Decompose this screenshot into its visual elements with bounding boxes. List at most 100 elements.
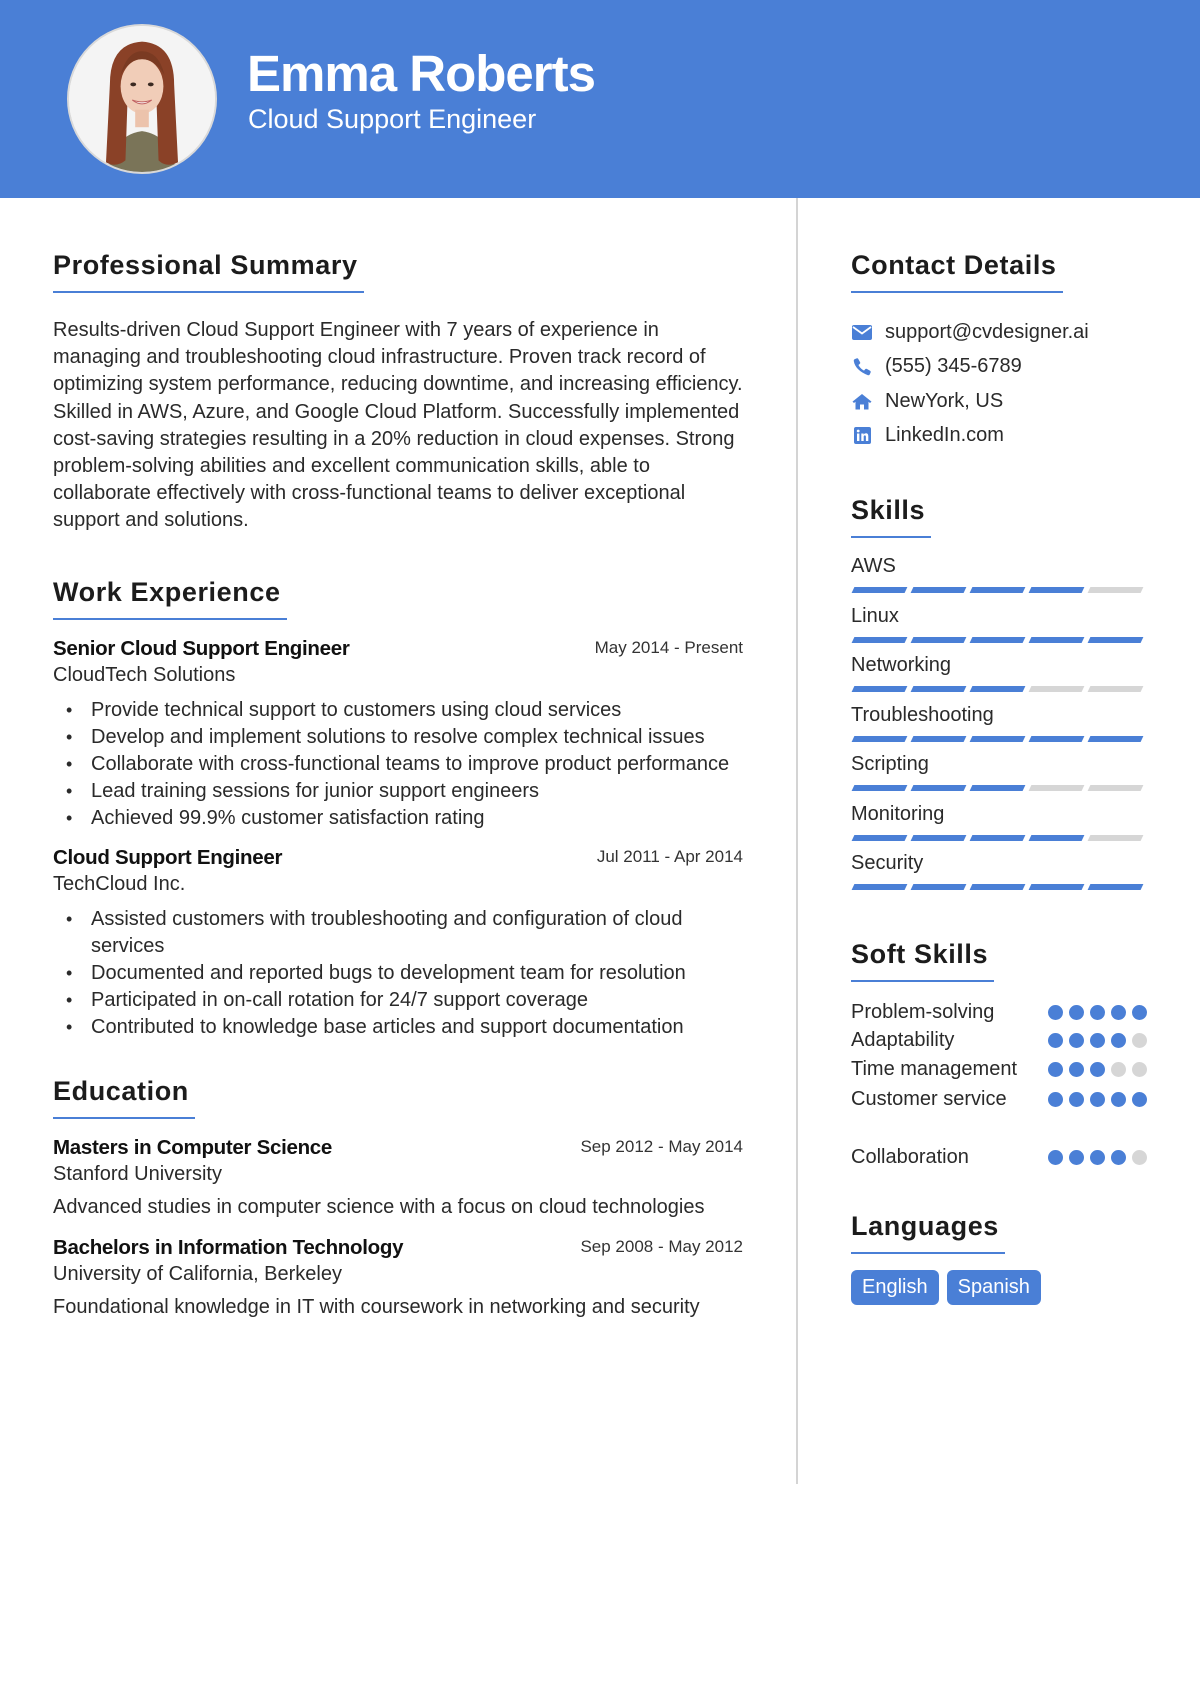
skill-level-bar: [851, 636, 1147, 643]
education-entry: Masters in Computer Science Sep 2012 - Ma…: [53, 1135, 743, 1221]
rating-dot-filled: [1090, 1033, 1105, 1048]
skill-segment-empty: [1087, 587, 1144, 593]
soft-skill-rating: [1048, 1033, 1147, 1048]
contact-text[interactable]: LinkedIn.com: [885, 424, 1004, 447]
skill-segment-filled: [1028, 884, 1085, 890]
job-bullet: Lead training sessions for junior suppor…: [53, 778, 743, 805]
job-bullet: Assisted customers with troubleshooting …: [53, 906, 743, 960]
skill-level-bar: [851, 834, 1147, 841]
candidate-name: Emma Roberts: [247, 45, 596, 102]
language-chip: English: [851, 1270, 939, 1305]
soft-skill-item: Adaptability: [851, 1026, 1147, 1055]
profile-photo: [67, 24, 217, 174]
rating-dot-filled: [1132, 1092, 1147, 1107]
skill-segment-filled: [969, 834, 1026, 841]
skill-segment-filled: [1028, 587, 1085, 593]
rating-dot-empty: [1132, 1033, 1147, 1048]
rating-dot-empty: [1132, 1149, 1147, 1165]
degree-title: Masters in Computer Science: [53, 1135, 332, 1159]
skill-segment-filled: [969, 735, 1026, 742]
contact-text[interactable]: support@cvdesigner.ai: [885, 321, 1089, 344]
skill-segment-filled: [910, 735, 967, 742]
skills-section: Skills AWS Linux Networking Troubleshooting…: [851, 491, 1147, 899]
contact-text[interactable]: (555) 345-6789: [885, 355, 1022, 378]
skill-segment-filled: [969, 636, 1026, 643]
home-icon: [851, 390, 873, 412]
skill-segment-filled: [851, 884, 908, 890]
soft-skill-item: Time management: [851, 1055, 1147, 1084]
soft-skill-name: Adaptability: [851, 1029, 955, 1051]
skill-item: AWS: [851, 552, 1147, 602]
skill-name: AWS: [851, 555, 896, 577]
rating-dot-filled: [1069, 1092, 1084, 1107]
skill-segment-filled: [910, 884, 967, 890]
education-description: Foundational knowledge in IT with course…: [53, 1295, 700, 1318]
skill-item: Troubleshooting: [851, 701, 1147, 751]
skill-item: Monitoring: [851, 800, 1147, 850]
school-name: Stanford University: [53, 1162, 222, 1185]
contact-item[interactable]: NewYork, US: [851, 384, 1147, 419]
skill-segment-filled: [969, 785, 1026, 791]
education-description: Advanced studies in computer science wit…: [53, 1195, 705, 1218]
soft-skill-rating: [1048, 1149, 1147, 1165]
job-bullets: Assisted customers with troubleshooting …: [53, 906, 743, 1042]
rating-dot-empty: [1111, 1061, 1126, 1077]
education-dates: Sep 2008 - May 2012: [580, 1236, 743, 1256]
contact-item[interactable]: LinkedIn.com: [851, 419, 1147, 454]
soft-skill-name: Problem-solving: [851, 1000, 995, 1023]
contact-item[interactable]: (555) 345-6789: [851, 350, 1147, 385]
skill-name: Monitoring: [851, 802, 945, 825]
languages-heading: Languages: [851, 1207, 1005, 1254]
skill-segment-empty: [1028, 686, 1085, 692]
envelope-icon: [851, 321, 873, 343]
rating-dot-filled: [1069, 1033, 1084, 1048]
skill-segment-filled: [910, 636, 967, 643]
job-title: Cloud Support Engineer: [53, 845, 283, 869]
skill-item: Security: [851, 849, 1147, 899]
contact-item[interactable]: support@cvdesigner.ai: [851, 315, 1147, 350]
job-entry: Senior Cloud Support Engineer May 2014 - …: [53, 636, 743, 833]
rating-dot-filled: [1111, 1092, 1126, 1107]
rating-dot-filled: [1090, 1149, 1105, 1165]
skill-segment-filled: [969, 686, 1026, 692]
job-bullet: Achieved 99.9% customer satisfaction rat…: [53, 805, 743, 832]
rating-dot-filled: [1090, 1004, 1105, 1020]
main-column: Professional Summary Results-driven Clou…: [53, 246, 743, 1359]
candidate-title: Cloud Support Engineer: [248, 104, 537, 134]
skill-level-bar: [851, 587, 1147, 593]
experience-section: Work Experience Senior Cloud Support Eng…: [53, 573, 743, 1042]
rating-dot-filled: [1048, 1033, 1063, 1048]
job-header: Cloud Support Engineer Jul 2011 - Apr 201…: [53, 845, 743, 871]
soft-skill-item: Customer service: [851, 1085, 1147, 1114]
avatar-illustration: [69, 26, 215, 172]
skill-level-bar: [851, 884, 1147, 890]
skill-name: Security: [851, 852, 924, 874]
contact-text[interactable]: NewYork, US: [885, 390, 1003, 413]
skills-list: AWS Linux Networking Troubleshooting Scripti…: [851, 552, 1147, 899]
skill-name: Networking: [851, 654, 952, 676]
languages-section: Languages English Spanish: [851, 1207, 1147, 1305]
header-banner: Emma Roberts Cloud Support Engineer: [0, 0, 1200, 198]
summary-text: Results-driven Cloud Support Engineer wi…: [53, 319, 743, 532]
rating-dot-empty: [1132, 1061, 1147, 1077]
education-header: Bachelors in Information Technology Sep 2…: [53, 1235, 743, 1261]
language-list: English Spanish: [851, 1270, 1147, 1305]
skill-segment-filled: [851, 834, 908, 841]
education-section: Education Masters in Computer Science Sep…: [53, 1072, 743, 1321]
rating-dot-filled: [1048, 1061, 1063, 1077]
skill-segment-filled: [910, 686, 967, 692]
job-bullets: Provide technical support to customers u…: [53, 697, 743, 833]
skill-item: Networking: [851, 651, 1147, 701]
job-bullet: Provide technical support to customers u…: [53, 697, 743, 724]
contact-section: Contact Details support@cvdesigner.ai (55…: [851, 246, 1147, 453]
skill-level-bar: [851, 785, 1147, 791]
job-dates: Jul 2011 - Apr 2014: [596, 846, 743, 866]
school-name: University of California, Berkeley: [53, 1262, 342, 1285]
education-list: Masters in Computer Science Sep 2012 - Ma…: [53, 1135, 743, 1321]
job-entry: Cloud Support Engineer Jul 2011 - Apr 201…: [53, 845, 743, 1042]
skill-segment-empty: [1087, 834, 1144, 841]
skill-name: Troubleshooting: [851, 703, 994, 726]
soft-skills-list: Problem-solving Adaptability Time manageme…: [851, 998, 1147, 1172]
soft-skill-name: Customer service: [851, 1088, 1007, 1110]
skill-segment-filled: [1028, 834, 1085, 841]
